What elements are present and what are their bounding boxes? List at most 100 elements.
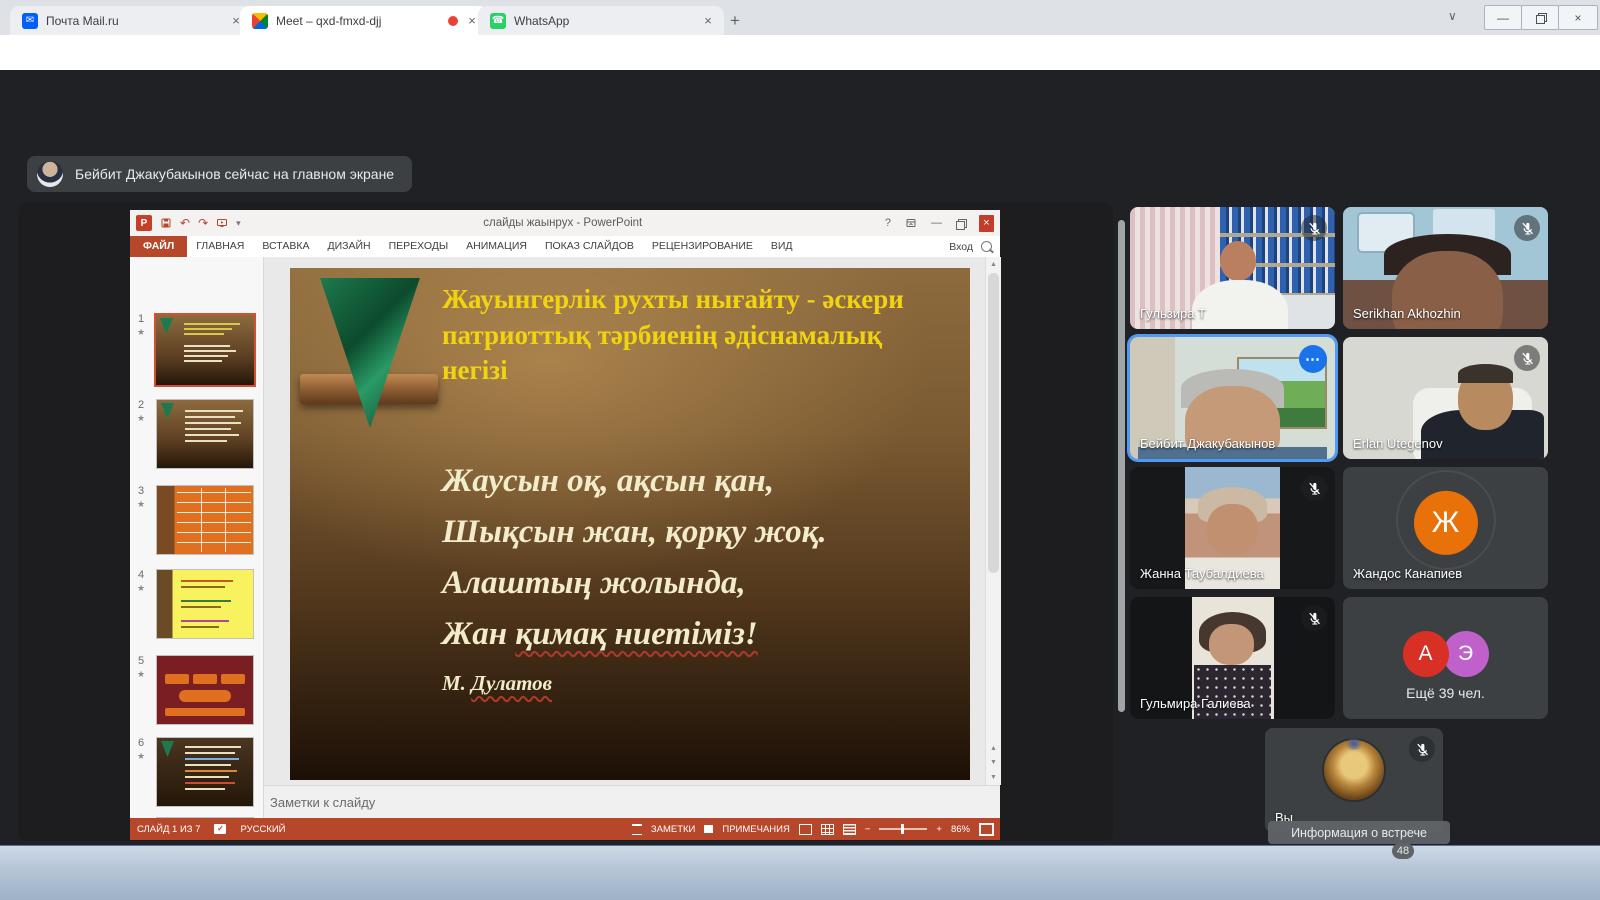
participant-tile[interactable]: Serikhan Akhozhin (1343, 207, 1548, 329)
tab-title: Почта Mail.ru (46, 14, 222, 28)
zoom-out-icon[interactable]: − (865, 824, 871, 835)
notes-pane[interactable]: Заметки к слайду (264, 785, 1000, 818)
scroll-up-icon[interactable]: ▲ (986, 257, 1001, 271)
language-indicator[interactable]: РУССКИЙ (240, 824, 285, 835)
mic-muted-icon (1301, 215, 1327, 241)
zoom-level[interactable]: 86% (951, 824, 970, 835)
participant-name: Гульмира Галиева (1140, 696, 1251, 711)
zoom-in-icon[interactable]: + (936, 824, 942, 835)
slide-number: 3 (138, 485, 144, 497)
comments-toggle[interactable]: ПРИМЕЧАНИЯ (722, 824, 789, 835)
ribbon-tab-review[interactable]: РЕЦЕНЗИРОВАНИЕ (643, 236, 762, 257)
slide-sorter-view-icon[interactable] (821, 824, 834, 835)
slide-emblem-triangle (310, 278, 430, 453)
participant-tile-speaking[interactable]: ⋯ Бейбит Джакубакынов (1130, 337, 1335, 459)
tab-search-chevron-icon[interactable]: ∨ (1448, 9, 1457, 23)
spellcheck-marked-text: Дулатов (471, 671, 552, 695)
ppt-ribbon-tabs: ФАЙЛ ГЛАВНАЯ ВСТАВКА ДИЗАЙН ПЕРЕХОДЫ АНИ… (130, 236, 1000, 257)
participant-name: Serikhan Akhozhin (1353, 306, 1461, 321)
participant-tile[interactable]: Гульзира Т (1130, 207, 1335, 329)
window-restore-button[interactable] (1521, 5, 1559, 30)
save-icon[interactable] (160, 217, 172, 229)
participant-tile[interactable]: Жанна Таубалдиева (1130, 467, 1335, 589)
ribbon-tab-slideshow[interactable]: ПОКАЗ СЛАЙДОВ (536, 236, 643, 257)
mailru-favicon: ✉ (22, 13, 38, 29)
undo-icon[interactable]: ↶ (180, 217, 190, 229)
ribbon-tab-animation[interactable]: АНИМАЦИЯ (457, 236, 536, 257)
ppt-minimize-button[interactable]: — (931, 217, 942, 229)
mic-muted-icon (1514, 345, 1540, 371)
scrollbar-thumb[interactable] (988, 273, 999, 573)
ribbon-tab-view[interactable]: ВИД (762, 236, 802, 257)
shared-screen-tile[interactable]: P ↶ ↷ ▾ слайды жаынрух - PowerPoint ? — … (18, 203, 1113, 841)
slide-poem: Жаусын оқ, ақсын қан, Шықсын жан, қорқу … (442, 456, 827, 699)
participant-tile[interactable]: Erlan Utegenov (1343, 337, 1548, 459)
ribbon-display-options-icon[interactable] (905, 217, 917, 229)
presenter-avatar (37, 161, 63, 187)
participant-tile[interactable]: Ж Жандос Канапиев (1343, 467, 1548, 589)
participant-name: Бейбит Джакубакынов (1140, 436, 1275, 451)
more-participants-label: Ещё 39 чел. (1343, 685, 1548, 701)
participants-scrollbar[interactable] (1118, 220, 1125, 712)
participant-name: Жанна Таубалдиева (1140, 566, 1264, 581)
tab-close-icon[interactable]: × (700, 13, 716, 29)
ribbon-tab-design[interactable]: ДИЗАЙН (318, 236, 379, 257)
notes-toggle[interactable]: ЗАМЕТКИ (651, 824, 696, 835)
slide-thumbnails-panel: 1 ★ 2 ★ 3 ★ (130, 257, 264, 818)
normal-view-icon[interactable] (799, 824, 812, 835)
slide-number: 1 (138, 313, 144, 325)
start-slideshow-icon[interactable] (216, 217, 228, 229)
animation-star-icon: ★ (137, 751, 145, 762)
participant-tile[interactable]: Гульмира Галиева (1130, 597, 1335, 719)
more-participants-tile[interactable]: А Э Ещё 39 чел. (1343, 597, 1548, 719)
participant-name: Гульзира Т (1140, 306, 1206, 321)
tile-options-button[interactable]: ⋯ (1299, 345, 1327, 373)
animation-star-icon: ★ (137, 499, 145, 510)
restore-icon (1536, 13, 1545, 22)
mic-muted-icon (1301, 605, 1327, 631)
tab-whatsapp[interactable]: ☎ WhatsApp × (478, 6, 724, 35)
new-tab-button[interactable]: + (722, 8, 748, 34)
animation-star-icon: ★ (137, 327, 145, 338)
participant-name: Erlan Utegenov (1353, 436, 1443, 451)
browser-toolbar: ← → ↻ meet.google.com/qxd-fmxd-djj ☆ ⋮ (0, 35, 1600, 71)
ribbon-tab-insert[interactable]: ВСТАВКА (253, 236, 318, 257)
notes-placeholder: Заметки к слайду (270, 795, 375, 810)
ppt-help-icon[interactable]: ? (885, 217, 891, 229)
redo-icon[interactable]: ↷ (198, 217, 208, 229)
ppt-restore-button[interactable] (956, 219, 965, 228)
tab-title: Meet – qxd-fmxd-djj (276, 14, 442, 28)
ppt-status-bar: СЛАЙД 1 ИЗ 7 ✓ РУССКИЙ ЗАМЕТКИ ПРИМЕЧАНИ… (130, 818, 1000, 840)
scroll-down-icon[interactable]: ▼ (986, 770, 1001, 784)
browser-tab-strip: ✉ Почта Mail.ru × Meet – qxd-fmxd-djj × … (0, 0, 1600, 35)
window-minimize-button[interactable]: — (1484, 5, 1522, 30)
window-close-button[interactable]: × (1558, 5, 1598, 30)
spellcheck-icon[interactable]: ✓ (214, 824, 226, 834)
ribbon-tab-file[interactable]: ФАЙЛ (130, 236, 187, 257)
next-slide-icon[interactable]: ▼ (986, 755, 1001, 769)
previous-slide-icon[interactable]: ▲ (986, 741, 1001, 755)
ppt-search-icon[interactable] (981, 241, 992, 252)
fit-slide-icon[interactable] (979, 823, 994, 836)
ppt-window-title: слайды жаынрух - PowerPoint (241, 217, 885, 229)
slide-vertical-scrollbar[interactable]: ▲ ▲ ▼ ▼ (985, 257, 1001, 785)
tab-meet[interactable]: Meet – qxd-fmxd-djj × (240, 6, 488, 35)
tab-mail-ru[interactable]: ✉ Почта Mail.ru × (10, 6, 252, 35)
meet-favicon (252, 13, 268, 29)
self-view-tile[interactable]: Вы (1265, 728, 1443, 833)
participant-avatar-letter: Э (1443, 631, 1489, 677)
ribbon-tab-transitions[interactable]: ПЕРЕХОДЫ (380, 236, 458, 257)
powerpoint-logo-icon[interactable]: P (136, 215, 152, 231)
ppt-close-button[interactable]: × (979, 215, 994, 232)
recording-indicator-icon (448, 16, 458, 26)
participants-count-badge: 48 (1392, 843, 1414, 859)
participant-avatar-letter: Ж (1414, 491, 1478, 555)
presenter-toast: Бейбит Джакубакынов сейчас на главном эк… (27, 156, 412, 192)
animation-star-icon: ★ (137, 669, 145, 680)
ppt-quick-access-toolbar: P ↶ ↷ ▾ (130, 215, 241, 231)
powerpoint-window: P ↶ ↷ ▾ слайды жаынрух - PowerPoint ? — … (130, 210, 1000, 840)
ribbon-tab-home[interactable]: ГЛАВНАЯ (187, 236, 253, 257)
ppt-sign-in[interactable]: Вход (949, 241, 973, 253)
zoom-slider[interactable] (879, 828, 927, 830)
reading-view-icon[interactable] (843, 824, 856, 835)
